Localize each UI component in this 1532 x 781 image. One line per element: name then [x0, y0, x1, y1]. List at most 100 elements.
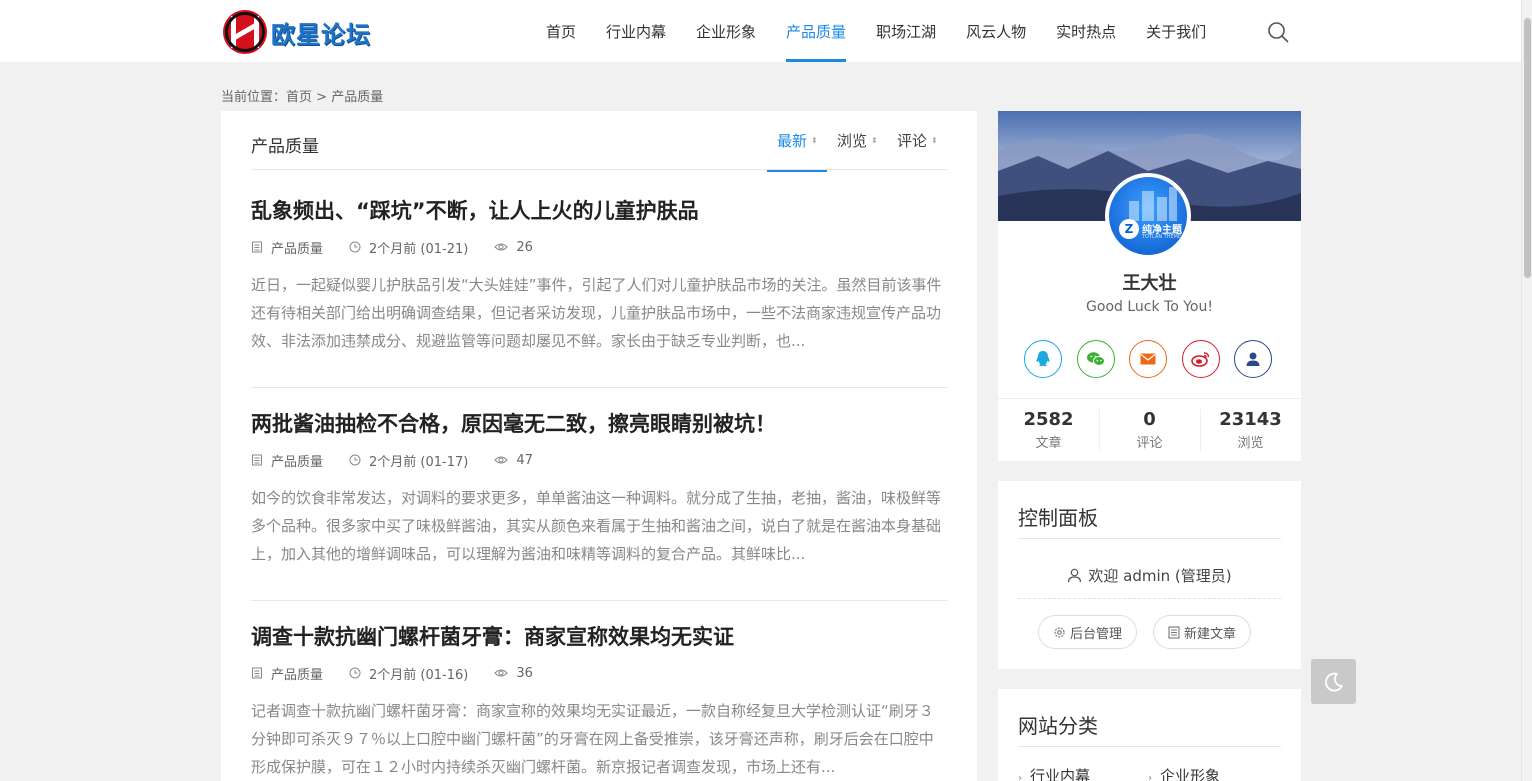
sort-comments-label: 评论 — [896, 132, 927, 150]
control-panel-widget: 控制面板 欢迎 admin (管理员) 后台管理 新建文章 — [998, 481, 1301, 669]
post-excerpt: 如今的饮食非常发达，对调料的要求更多，单单酱油这一种调料。就分成了生抽，老抽，酱… — [251, 489, 942, 563]
post-list-header: 产品质量 最新 ⬍ 浏览 ⬍ 评论 ⬍ — [251, 111, 947, 172]
new-post-button[interactable]: 新建文章 — [1153, 615, 1252, 649]
post-time: 2个月前 (01-17) — [349, 451, 468, 470]
author-avatar[interactable]: Z 纯净主题 TOTLAN THEME — [1105, 173, 1191, 259]
nav-item-people[interactable]: 风云人物 — [951, 0, 1041, 62]
logo-mark-icon — [223, 10, 267, 54]
nav-item-industry[interactable]: 行业内幕 — [591, 0, 681, 62]
post-title[interactable]: 两批酱油抽检不合格，原因毫无二致，擦亮眼睛别被坑！ — [251, 408, 947, 438]
nav-item-corporate[interactable]: 企业形象 — [681, 0, 771, 62]
categories-divider — [1018, 746, 1281, 747]
site-logo[interactable]: 欧星论坛 — [223, 10, 371, 54]
nav-item-product-quality[interactable]: 产品质量 — [771, 0, 861, 62]
admin-dashboard-label: 后台管理 — [1070, 626, 1123, 642]
stat-views: 23143 浏览 — [1200, 399, 1301, 461]
category-title: 产品质量 — [251, 137, 319, 157]
social-links — [1024, 340, 1287, 378]
sort-caret-icon: ⬍ — [870, 136, 878, 145]
clock-icon — [349, 241, 361, 253]
chevron-right-icon: › — [1148, 773, 1152, 781]
sort-latest-label: 最新 — [776, 132, 807, 150]
post-title[interactable]: 乱象频出、“踩坑”不断，让人上火的儿童护肤品 — [251, 195, 947, 225]
post-views: 26 — [494, 240, 533, 255]
sort-comments[interactable]: 评论 ⬍ — [887, 111, 947, 171]
post-category[interactable]: 产品质量 — [251, 664, 323, 683]
eye-icon — [494, 456, 509, 464]
sort-caret-icon: ⬍ — [931, 136, 938, 145]
new-post-label: 新建文章 — [1184, 626, 1237, 642]
gear-icon — [1054, 626, 1065, 638]
stat-posts: 2582 文章 — [998, 399, 1099, 461]
sort-tabs: 最新 ⬍ 浏览 ⬍ 评论 ⬍ — [766, 111, 947, 172]
post-views: 47 — [494, 453, 533, 468]
category-link-label: 行业内幕 — [1030, 767, 1091, 781]
nav-item-hot[interactable]: 实时热点 — [1041, 0, 1131, 62]
author-name: 王大壮 — [1122, 273, 1177, 294]
site-categories-widget: 网站分类 › 行业内幕 › 企业形象 — [998, 689, 1301, 781]
post-item: 调查十款抗幽门螺杆菌牙膏：商家宣称效果均无实证 产品质量 2个月前 (01-16… — [251, 621, 947, 781]
clock-icon — [349, 667, 361, 679]
clock-icon — [349, 454, 361, 466]
breadcrumb: 当前位置：首页 > 产品质量 — [221, 86, 383, 105]
category-link[interactable]: › 行业内幕 — [1018, 765, 1090, 781]
control-panel-title: 控制面板 — [1018, 506, 1098, 530]
weibo-icon[interactable] — [1181, 340, 1220, 378]
qq-icon[interactable] — [1024, 340, 1062, 378]
theme-logo-icon: Z — [1119, 219, 1139, 239]
welcome-message: 欢迎 admin (管理员) — [998, 565, 1301, 586]
email-icon[interactable] — [1129, 340, 1167, 378]
eye-icon — [494, 243, 509, 251]
category-link[interactable]: › 企业形象 — [1148, 765, 1220, 781]
post-views-count: 47 — [516, 452, 533, 468]
post-category[interactable]: 产品质量 — [251, 238, 323, 257]
logo-text: 欧星论坛 — [271, 20, 371, 49]
post-meta: 产品质量 2个月前 (01-21) 26 — [251, 238, 947, 257]
post-meta: 产品质量 2个月前 (01-17) 47 — [251, 451, 947, 470]
site-header: 欧星论坛 首页 行业内幕 企业形象 产品质量 职场江湖 风云人物 实时热点 关于… — [0, 0, 1521, 62]
sort-latest[interactable]: 最新 ⬍ — [766, 111, 827, 172]
stat-views-count: 23143 — [1219, 409, 1282, 430]
stat-comments-label: 评论 — [1136, 436, 1163, 451]
post-excerpt: 近日，一起疑似婴儿护肤品引发“大头娃娃”事件，引起了人们对儿童护肤品市场的关注。… — [251, 276, 942, 350]
post-item: 乱象频出、“踩坑”不断，让人上火的儿童护肤品 产品质量 2个月前 (01-21)… — [251, 195, 947, 388]
dark-mode-toggle[interactable] — [1311, 659, 1356, 704]
search-icon[interactable] — [1267, 21, 1289, 43]
post-title[interactable]: 调查十款抗幽门螺杆菌牙膏：商家宣称效果均无实证 — [251, 621, 947, 651]
breadcrumb-home[interactable]: 首页 — [286, 90, 312, 105]
post-category[interactable]: 产品质量 — [251, 451, 323, 470]
post-excerpt: 记者调查十款抗幽门螺杆菌牙膏：商家宣称的效果均无实证最近，一款自称经复旦大学检测… — [251, 702, 934, 776]
scrollbar-thumb[interactable] — [1524, 18, 1531, 278]
nav-item-workplace[interactable]: 职场江湖 — [861, 0, 951, 62]
post-divider — [251, 387, 947, 388]
post-time: 2个月前 (01-16) — [349, 664, 468, 683]
nav-item-about[interactable]: 关于我们 — [1131, 0, 1221, 62]
panel-dotted-divider — [1018, 598, 1281, 599]
post-views: 36 — [494, 666, 533, 681]
sort-views[interactable]: 浏览 ⬍ — [827, 111, 887, 171]
main-nav: 首页 行业内幕 企业形象 产品质量 职场江湖 风云人物 实时热点 关于我们 — [531, 0, 1221, 62]
admin-dashboard-button[interactable]: 后台管理 — [1038, 615, 1138, 649]
stat-comments-count: 0 — [1143, 409, 1156, 430]
sort-caret-icon: ⬍ — [810, 136, 818, 145]
post-views-count: 36 — [516, 665, 533, 681]
wechat-icon[interactable] — [1076, 340, 1115, 378]
post-views-count: 26 — [516, 239, 533, 255]
post-time-label: 2个月前 (01-21) — [369, 241, 469, 257]
post-time: 2个月前 (01-21) — [349, 238, 468, 257]
post-divider — [251, 600, 947, 601]
post-time-label: 2个月前 (01-16) — [369, 667, 469, 683]
post-list-panel: 产品质量 最新 ⬍ 浏览 ⬍ 评论 ⬍ 乱象频出、“踩坑”不断，让人上火的儿童护肤品 … — [221, 111, 977, 781]
post-category-label: 产品质量 — [271, 241, 324, 257]
post-meta: 产品质量 2个月前 (01-16) 36 — [251, 664, 947, 683]
avatar-sublabel: TOTLAN THEME — [1142, 234, 1182, 240]
post-category-label: 产品质量 — [271, 667, 324, 683]
nav-item-home[interactable]: 首页 — [531, 0, 591, 62]
post-item: 两批酱油抽检不合格，原因毫无二致，擦亮眼睛别被坑！ 产品质量 2个月前 (01-… — [251, 408, 947, 601]
stat-comments: 0 评论 — [1099, 399, 1200, 461]
moon-icon — [1324, 672, 1343, 691]
eye-icon — [494, 669, 509, 677]
page-scrollbar[interactable] — [1521, 0, 1532, 781]
author-motto: Good Luck To You! — [1086, 299, 1213, 315]
user-icon[interactable] — [1234, 340, 1272, 378]
